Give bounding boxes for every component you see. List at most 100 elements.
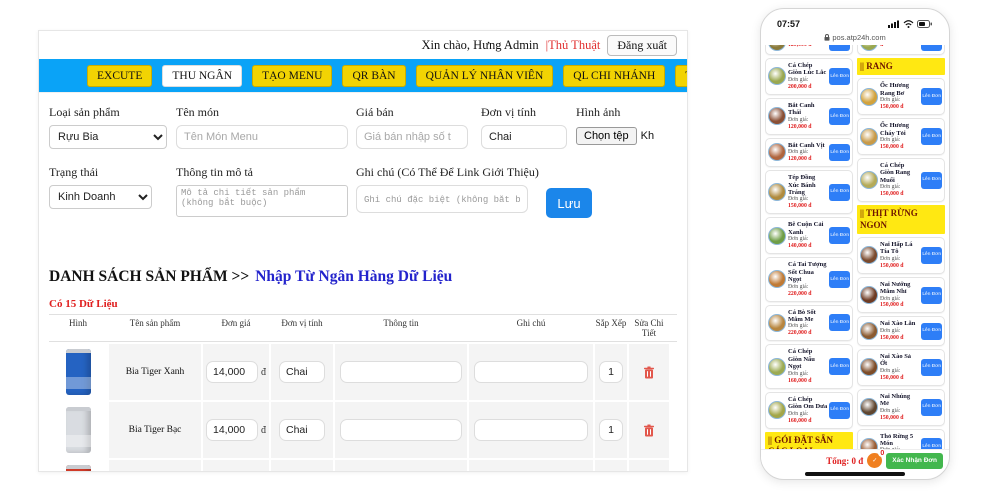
food-photo — [768, 401, 786, 420]
file-input[interactable]: Chọn tệp Kh — [576, 127, 654, 145]
order-footer: Tổng: 0 đ ✓ 0 Xác Nhận Đơn — [761, 449, 949, 471]
info-field[interactable] — [340, 361, 462, 383]
menu-item-name: Cá Chép Giòn Lúc Lắc — [788, 62, 827, 77]
nav-tab-excute[interactable]: EXCUTE — [87, 64, 153, 87]
name-input[interactable] — [176, 125, 348, 149]
note-label: Ghi chú (Có Thể Để Link Giới Thiệu) — [356, 165, 539, 179]
add-to-order-button[interactable]: Lên Đơn — [921, 128, 942, 146]
url-bar[interactable]: pos.atp24h.com — [761, 33, 949, 42]
price-input[interactable] — [356, 125, 468, 149]
menu-item: Nai Hấp Lá Tía Tô Đơn giá: 150,000 đ Lên Đ… — [857, 236, 945, 274]
category-select[interactable]: Rựu Bia — [49, 125, 167, 149]
product-name-cell: Bia Tiger Xanh — [109, 344, 201, 400]
unit-field[interactable] — [279, 361, 325, 383]
add-to-order-button[interactable]: Lên Đơn — [921, 171, 942, 189]
unit-input[interactable] — [481, 125, 567, 149]
delete-icon[interactable] — [643, 366, 655, 379]
battery-icon — [917, 20, 932, 28]
menu-item-text: Ốc Hương Cháy Tỏi Đơn giá: 150,000 đ — [880, 122, 919, 151]
sort-order-field[interactable] — [599, 419, 623, 441]
add-to-order-button[interactable]: Lên Đơn — [921, 286, 942, 304]
menu-item-text: Cá Chép Giòn Lúc Lắc Đơn giá: 200,000 đ — [788, 62, 827, 91]
nav-tab-t-o-menu[interactable]: TẠO MENU — [252, 64, 333, 87]
menu-item-text: Bê Cuộn Cải Xanh Đơn giá: 140,000 đ — [788, 221, 827, 250]
logout-button[interactable]: Đăng xuất — [607, 34, 677, 56]
menu-item-name: Nai Hấp Lá Tía Tô — [880, 240, 913, 256]
menu-item-text: Ốc Hương Rang Bơ Đơn giá: 150,000 đ — [880, 82, 919, 111]
note-field[interactable] — [474, 419, 588, 441]
currency-symbol: đ — [261, 366, 266, 378]
nav-tab-ql-chi-nh-nh[interactable]: QL CHI NHÁNH — [563, 64, 666, 87]
currency-symbol: đ — [261, 424, 266, 436]
menu-item-name: Cá Chép Giòn Rang Muối — [880, 161, 911, 184]
price-cell: đ — [203, 402, 269, 458]
price-field[interactable] — [206, 361, 258, 383]
menu-item-price: Đơn giá: 150,000 đ — [880, 367, 904, 381]
nav-tab-qu-n-l-nh-n-vi-n[interactable]: QUẢN LÝ NHÂN VIÊN — [415, 64, 554, 87]
nav-tab-thu-ng-n[interactable]: THU NGÂN — [162, 64, 243, 87]
menu-item-name: Bắt Canh Vịt — [788, 141, 825, 149]
menu-item-partial: Đơn giá: 60,000 đ Lên Đơn — [857, 45, 945, 55]
nav-tab-tra-c-u-bill[interactable]: TRA CỨU BILL — [675, 64, 687, 87]
save-button[interactable]: Lưu — [546, 188, 592, 218]
confirm-order-button[interactable]: Xác Nhận Đơn — [886, 452, 943, 469]
greeting-link[interactable]: |Thủ Thuật — [546, 38, 601, 53]
food-photo — [768, 107, 786, 126]
add-to-order-button[interactable]: Lên Đơn — [829, 401, 850, 419]
food-photo — [768, 270, 786, 289]
description-textarea[interactable] — [176, 185, 348, 217]
menu-item-name: Cá Tai Tượng Sốt Chua Ngọt — [788, 261, 827, 284]
status-bar: 07:57 — [761, 17, 949, 31]
product-name-cell: Bia Tiger Bạc — [109, 402, 201, 458]
price-cell: đ — [203, 344, 269, 400]
table-row: Bia Tiger Bạc đ — [49, 402, 677, 458]
menu-item: Tép Đồng Xúc Bánh Tráng Đơn giá: 150,000 … — [765, 170, 853, 215]
delete-icon[interactable] — [643, 424, 655, 437]
menu-item: Cá Chép Giòn Nấu Ngọt Đơn giá: 160,000 đL… — [765, 344, 853, 389]
choose-file-button[interactable]: Chọn tệp — [576, 127, 637, 145]
name-label: Tên món — [176, 105, 219, 119]
info-field[interactable] — [340, 419, 462, 441]
home-indicator[interactable] — [805, 472, 905, 476]
menu-item: Bắt Canh Thái Đơn giá: 120,000 đ Lên Đơn — [765, 97, 853, 135]
menu-scroll-area[interactable]: Đơn giá: 120,000 đLên ĐơnCá Chép Giòn Lú… — [765, 45, 945, 455]
add-to-order-button[interactable]: Lên Đơn — [829, 270, 850, 288]
add-to-order-button[interactable]: Lên Đơn — [829, 227, 850, 245]
add-to-order-button[interactable]: Lên Đơn — [829, 45, 850, 51]
note-field[interactable] — [474, 361, 588, 383]
food-photo — [860, 87, 878, 106]
column-header-s-a-chi-ti-t: Sửa Chi Tiết — [634, 318, 664, 338]
note-input[interactable] — [356, 185, 528, 213]
add-to-order-button[interactable]: Lên Đơn — [829, 183, 850, 201]
add-to-order-button[interactable]: Lên Đơn — [829, 314, 850, 332]
add-to-order-button[interactable]: Lên Đơn — [921, 358, 942, 376]
beer-can-image — [65, 465, 91, 471]
menu-item: Ốc Hương Rang Bơ Đơn giá: 150,000 đ Lên Đơ… — [857, 78, 945, 116]
menu-item-name: Nai Xào Lăn — [880, 320, 916, 328]
add-to-order-button[interactable]: Lên Đơn — [921, 398, 942, 416]
column-header-n-v-t-nh: Đơn vị tính — [281, 318, 323, 328]
unit-field[interactable] — [279, 419, 325, 441]
import-bank-link[interactable]: Nhập Từ Ngân Hàng Dữ Liệu — [255, 268, 452, 285]
add-to-order-button[interactable]: Lên Đơn — [829, 143, 850, 161]
add-to-order-button[interactable]: Lên Đơn — [829, 107, 850, 125]
status-select[interactable]: Kinh Doanh — [49, 185, 152, 209]
add-to-order-button[interactable]: Lên Đơn — [921, 246, 942, 264]
add-to-order-button[interactable]: Lên Đơn — [829, 358, 850, 376]
menu-item-price: Đơn giá: 200,000 đ — [788, 76, 812, 90]
edit-cell — [629, 402, 669, 458]
add-to-order-button[interactable]: Lên Đơn — [921, 88, 942, 106]
food-photo — [860, 286, 878, 305]
menu-item-price: Đơn giá: 220,000 đ — [788, 323, 812, 337]
nav-tab-qr-b-n[interactable]: QR BÀN — [342, 64, 406, 87]
menu-item-text: Nai Nướng Mắm Nhỉ Đơn giá: 150,000 đ — [880, 281, 919, 310]
add-to-order-button[interactable]: Lên Đơn — [921, 45, 942, 51]
note-cell — [469, 344, 593, 400]
menu-item: Cá Chép Giòn Lúc Lắc Đơn giá: 200,000 đ Lê… — [765, 58, 853, 95]
sort-order-field[interactable] — [599, 361, 623, 383]
menu-item-price: Đơn giá: 220,000 đ — [788, 283, 812, 297]
add-to-order-button[interactable]: Lên Đơn — [829, 67, 850, 85]
add-to-order-button[interactable]: Lên Đơn — [921, 322, 942, 340]
edit-cell — [629, 460, 669, 471]
price-field[interactable] — [206, 419, 258, 441]
